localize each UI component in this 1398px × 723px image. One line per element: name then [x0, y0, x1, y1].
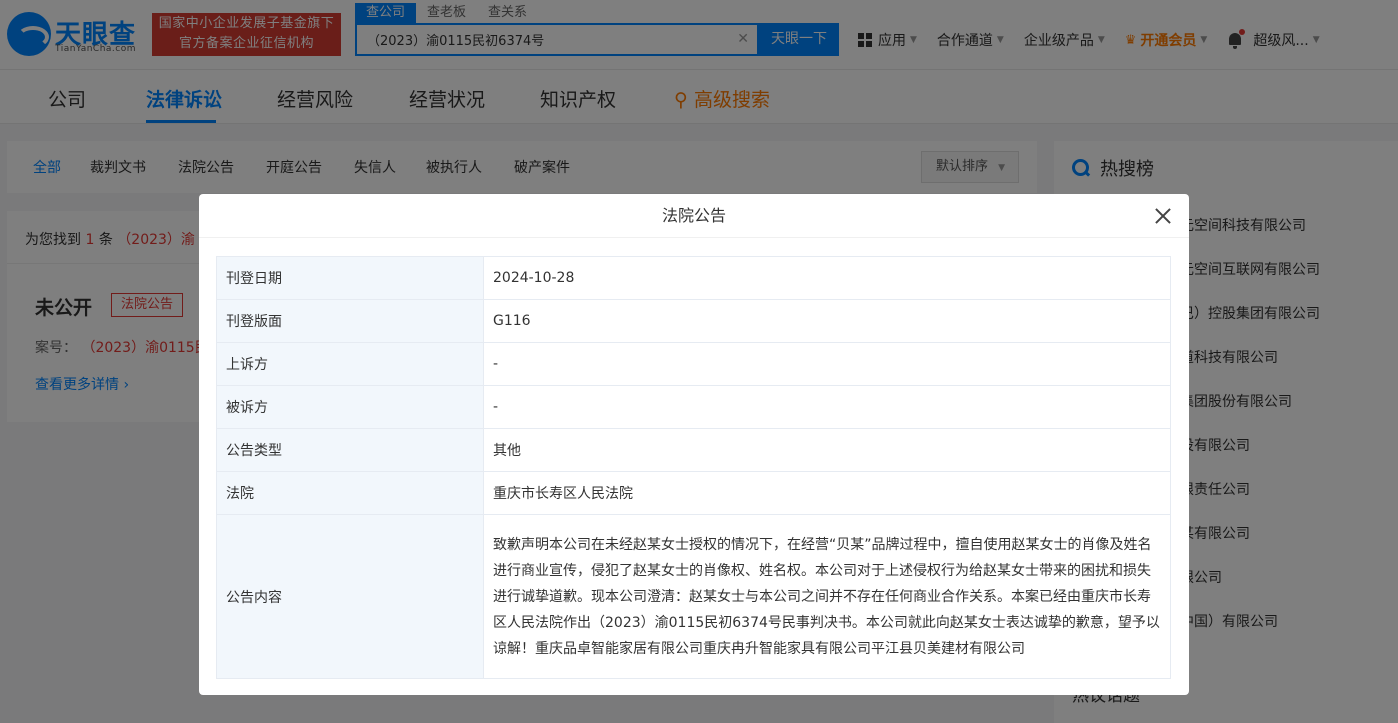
field-label: 上诉方	[216, 342, 484, 386]
field-value: 2024-10-28	[483, 256, 1171, 300]
field-value: 其他	[483, 428, 1171, 472]
modal-title: 法院公告	[199, 194, 1189, 238]
table-row: 公告类型 其他	[216, 428, 1171, 472]
field-value: -	[483, 385, 1171, 429]
table-row: 法院 重庆市长寿区人民法院	[216, 471, 1171, 515]
field-value: 重庆市长寿区人民法院	[483, 471, 1171, 515]
court-notice-modal: 法院公告 刊登日期 2024-10-28 刊登版面 G116 上诉方 - 被诉方…	[199, 194, 1189, 695]
table-row: 刊登日期 2024-10-28	[216, 256, 1171, 300]
field-label: 法院	[216, 471, 484, 515]
table-row: 被诉方 -	[216, 385, 1171, 429]
field-value: -	[483, 342, 1171, 386]
field-label: 刊登版面	[216, 299, 484, 343]
table-row: 公告内容 致歉声明本公司在未经赵某女士授权的情况下，在经营“贝某”品牌过程中，擅…	[216, 514, 1171, 679]
notice-content: 致歉声明本公司在未经赵某女士授权的情况下，在经营“贝某”品牌过程中，擅自使用赵某…	[483, 514, 1171, 679]
table-row: 上诉方 -	[216, 342, 1171, 386]
field-label: 公告类型	[216, 428, 484, 472]
field-label: 刊登日期	[216, 256, 484, 300]
notice-detail-table: 刊登日期 2024-10-28 刊登版面 G116 上诉方 - 被诉方 - 公告…	[216, 256, 1171, 679]
field-value: G116	[483, 299, 1171, 343]
field-label: 公告内容	[216, 514, 484, 679]
close-icon[interactable]	[1151, 204, 1175, 228]
table-row: 刊登版面 G116	[216, 299, 1171, 343]
field-label: 被诉方	[216, 385, 484, 429]
